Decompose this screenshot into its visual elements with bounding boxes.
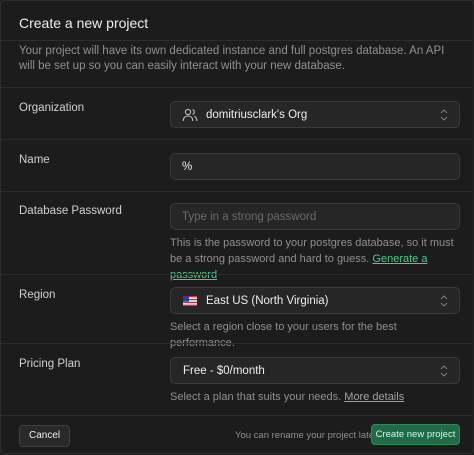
name-label: Name	[19, 154, 50, 166]
divider	[1, 139, 473, 140]
password-input[interactable]: Type in a strong password	[170, 203, 460, 230]
region-label: Region	[19, 289, 56, 301]
region-help: Select a region close to your users for …	[170, 321, 397, 349]
more-details-link[interactable]: More details	[344, 391, 404, 403]
divider	[1, 343, 473, 344]
users-icon	[182, 108, 198, 122]
divider	[1, 87, 473, 88]
create-project-dialog: Create a new project Your project will h…	[0, 0, 474, 454]
divider	[1, 274, 473, 275]
chevron-updown-icon	[440, 109, 448, 121]
pricing-help-text: Select a plan that suits your needs.	[170, 391, 342, 403]
organization-select[interactable]: domitriusclark's Org	[170, 101, 460, 128]
dialog-description: Your project will have its own dedicated…	[19, 45, 445, 72]
region-value: East US (North Virginia)	[206, 295, 329, 307]
us-flag-icon	[183, 296, 197, 306]
password-label: Database Password	[19, 205, 122, 217]
name-value: %	[182, 161, 193, 173]
chevron-updown-icon	[440, 365, 448, 377]
dialog-footer: Cancel You can rename your project later…	[1, 415, 473, 455]
pricing-select[interactable]: Free - $0/month	[170, 357, 460, 384]
password-help: This is the password to your postgres da…	[170, 235, 462, 283]
rename-note: You can rename your project later	[235, 430, 378, 441]
region-select[interactable]: East US (North Virginia)	[170, 287, 460, 314]
password-placeholder: Type in a strong password	[182, 211, 317, 223]
name-input[interactable]: %	[170, 153, 460, 180]
pricing-value: Free - $0/month	[183, 365, 265, 377]
pricing-help: Select a plan that suits your needs. Mor…	[170, 389, 462, 405]
chevron-updown-icon	[440, 295, 448, 307]
dialog-header: Create a new project	[1, 1, 473, 41]
pricing-label: Pricing Plan	[19, 358, 81, 370]
divider	[1, 191, 473, 192]
create-project-button[interactable]: Create new project	[371, 424, 460, 445]
organization-value: domitriusclark's Org	[206, 109, 308, 121]
cancel-button[interactable]: Cancel	[19, 425, 71, 447]
organization-label: Organization	[19, 102, 85, 114]
dialog-title: Create a new project	[19, 15, 149, 31]
